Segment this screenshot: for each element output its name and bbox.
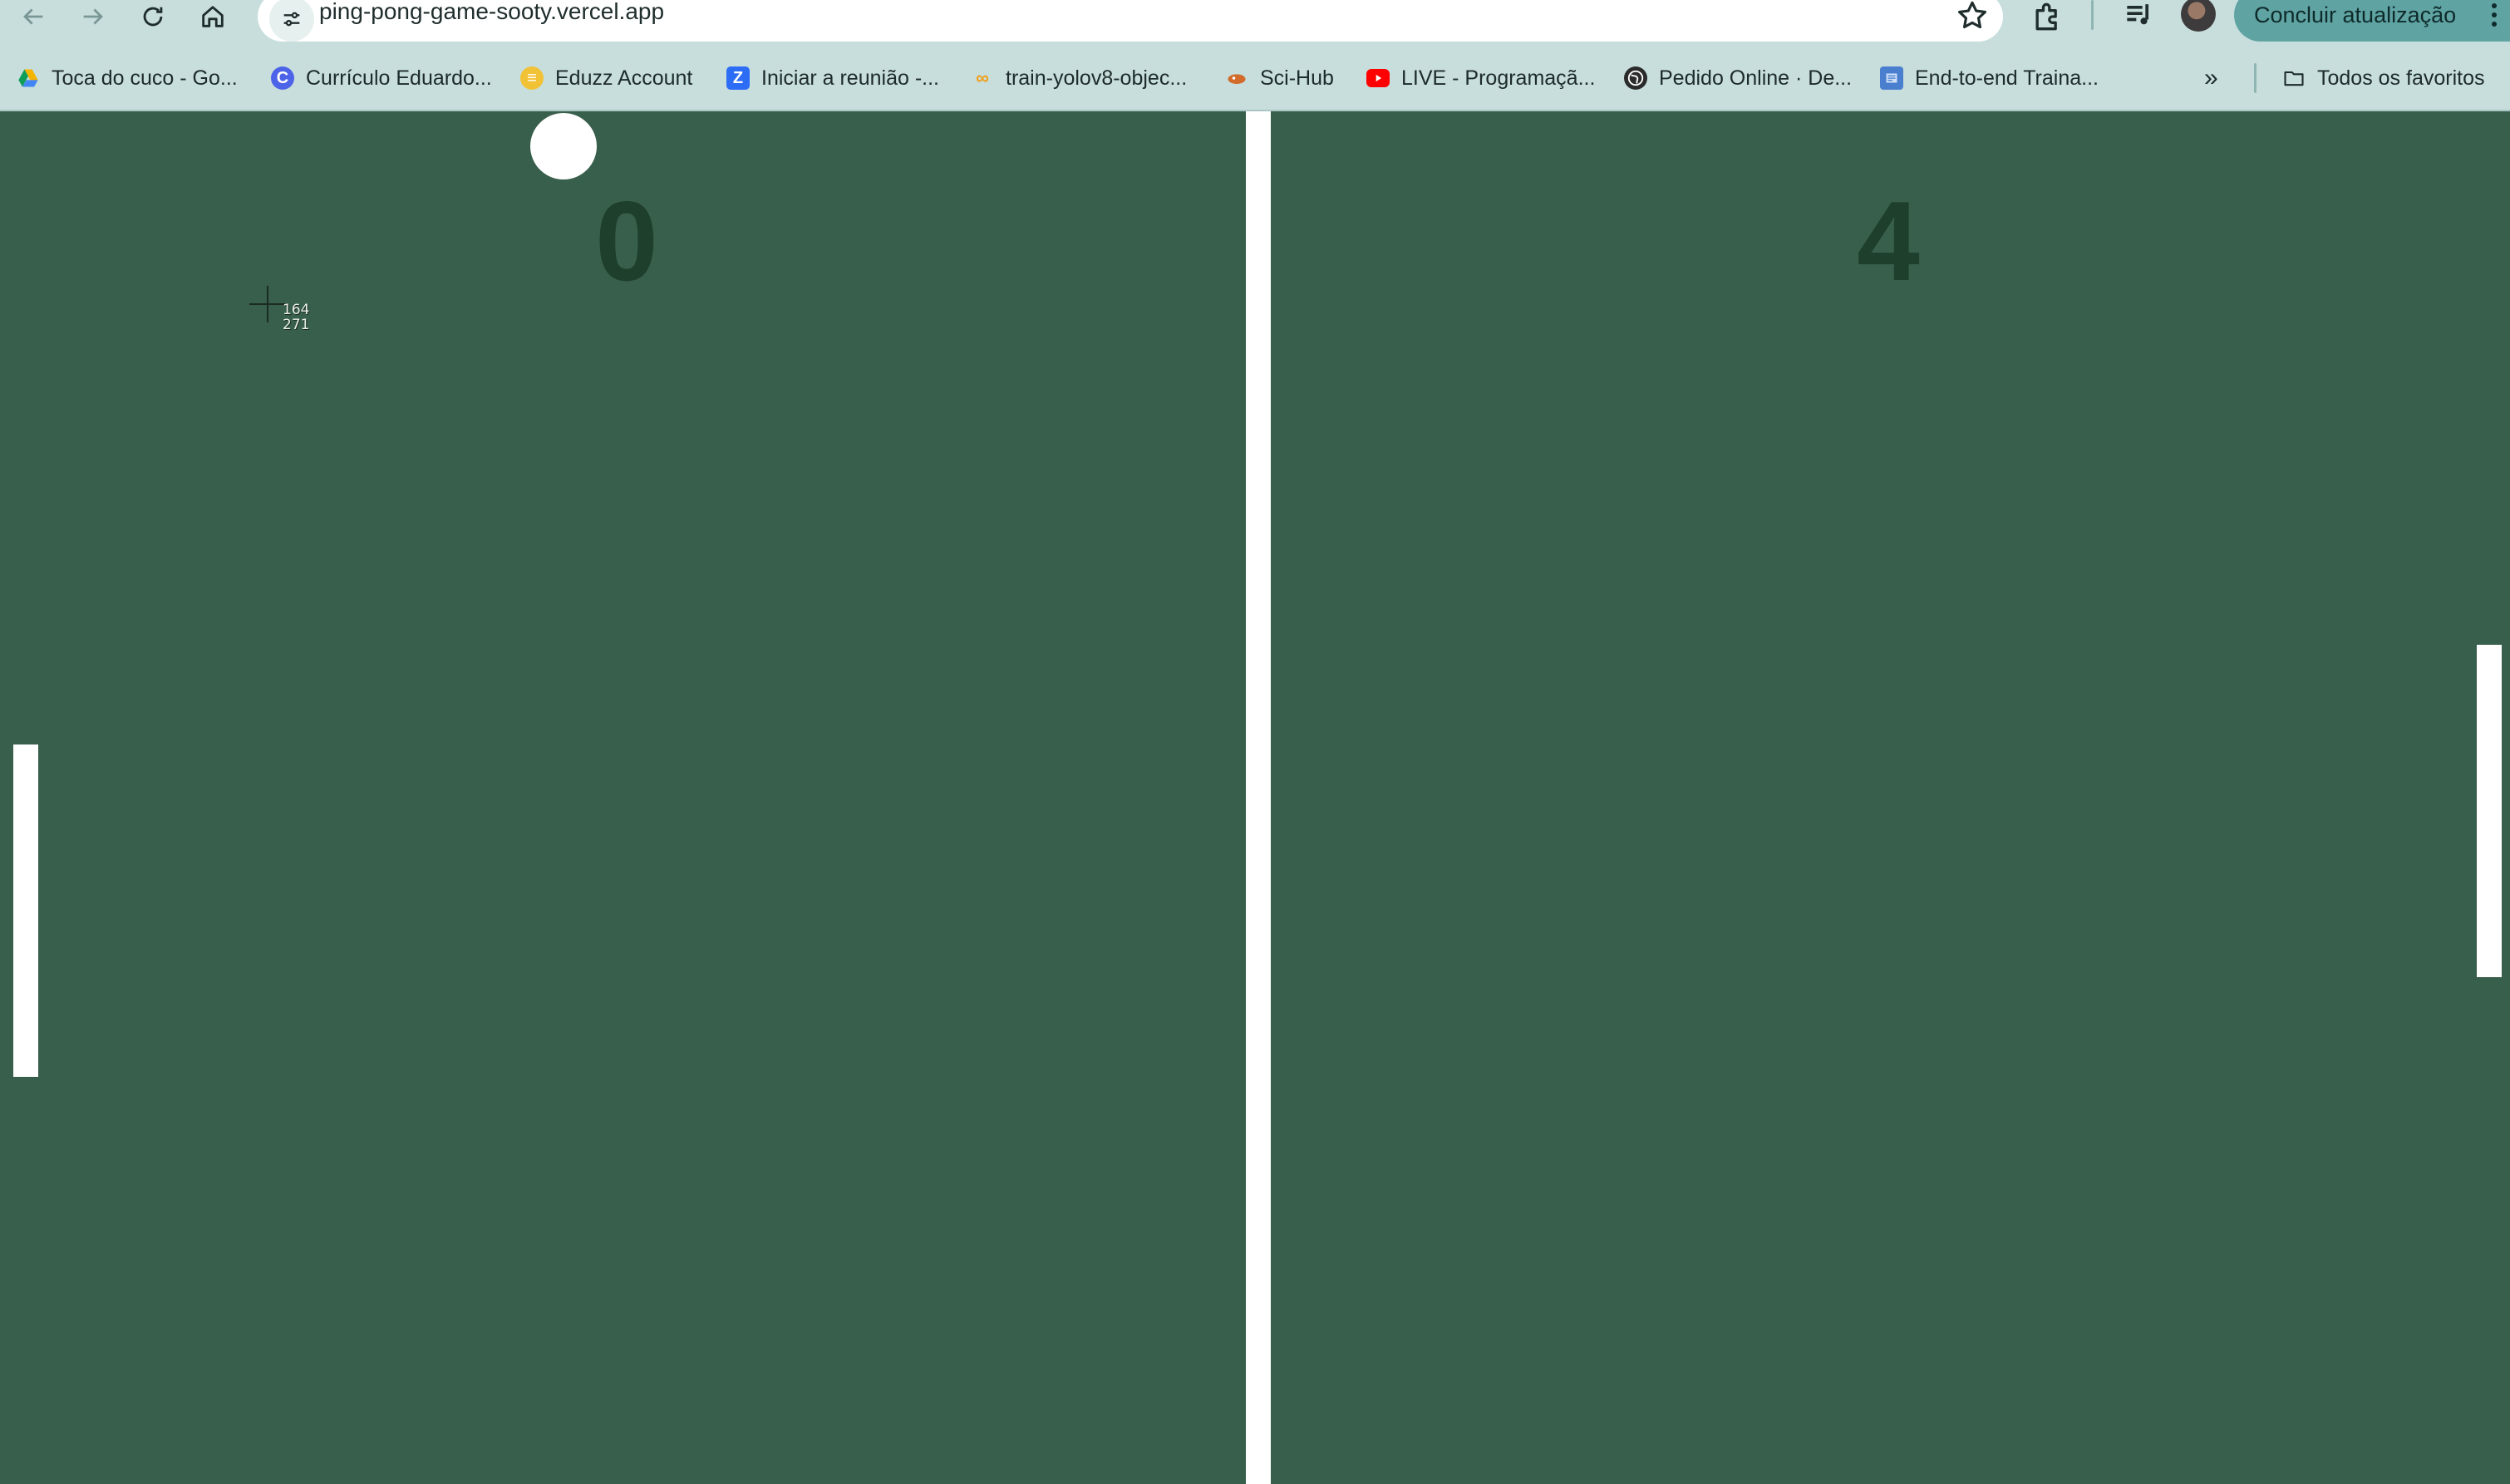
bookmark-item[interactable]: LIVE - Programaçã... bbox=[1366, 60, 1595, 96]
scihub-icon bbox=[1225, 66, 1248, 90]
tune-icon bbox=[283, 12, 300, 27]
browser-toolbar: ping-pong-game-sooty.vercel.app Concluir… bbox=[0, 0, 2510, 111]
home-icon bbox=[202, 6, 224, 27]
bookmark-item[interactable]: Pedido Online · De... bbox=[1624, 60, 1852, 96]
youtube-icon bbox=[1366, 69, 1390, 87]
zoom-icon: Z bbox=[726, 66, 750, 90]
bookmark-item[interactable]: ≡ Eduzz Account bbox=[520, 60, 692, 96]
bookmark-item[interactable]: ∞ train-yolov8-objec... bbox=[971, 60, 1187, 96]
home-button[interactable] bbox=[189, 0, 236, 33]
cursor-y-value: 271 bbox=[283, 317, 310, 333]
google-drive-icon bbox=[17, 66, 40, 90]
canva-icon: C bbox=[271, 66, 294, 90]
bookmark-label: Iniciar a reunião -... bbox=[761, 66, 939, 90]
bookmark-label: Toca do cuco - Go... bbox=[52, 66, 238, 90]
doc-icon bbox=[1880, 66, 1903, 90]
bookmark-label: train-yolov8-objec... bbox=[1006, 66, 1188, 90]
toolbar-separator bbox=[2091, 0, 2094, 30]
bookmark-item[interactable]: C Currículo Eduardo... bbox=[271, 60, 492, 96]
address-bar[interactable]: ping-pong-game-sooty.vercel.app bbox=[258, 0, 2003, 42]
folder-icon bbox=[2282, 66, 2306, 90]
left-player-score: 0 bbox=[595, 178, 658, 304]
extensions-icon[interactable] bbox=[2030, 0, 2066, 35]
bookmarks-separator bbox=[2254, 63, 2257, 93]
bookmark-label: Sci-Hub bbox=[1260, 66, 1334, 90]
arrow-right-icon bbox=[83, 8, 103, 25]
site-info-button[interactable] bbox=[269, 0, 314, 42]
bookmark-item[interactable]: Toca do cuco - Go... bbox=[17, 60, 238, 96]
bookmark-item[interactable]: Z Iniciar a reunião -... bbox=[726, 60, 939, 96]
colab-icon: ∞ bbox=[976, 67, 989, 88]
bookmark-label: Pedido Online · De... bbox=[1659, 66, 1853, 90]
cursor-coordinates: 164 271 bbox=[283, 302, 309, 332]
reload-button[interactable] bbox=[130, 0, 176, 33]
url-text[interactable]: ping-pong-game-sooty.vercel.app bbox=[319, 0, 664, 25]
arrow-left-icon bbox=[23, 8, 43, 25]
cursor-x-value: 164 bbox=[283, 302, 310, 318]
bookmark-item[interactable]: End-to-end Traina... bbox=[1880, 60, 2099, 96]
left-paddle[interactable] bbox=[13, 744, 38, 1077]
update-button-label: Concluir atualização bbox=[2254, 2, 2457, 27]
more-bookmarks-button[interactable]: » bbox=[2204, 60, 2218, 96]
all-bookmarks-label: Todos os favoritos bbox=[2317, 66, 2485, 90]
media-controls-icon[interactable] bbox=[2121, 0, 2158, 33]
bookmark-label: LIVE - Programaçã... bbox=[1401, 66, 1596, 90]
right-paddle bbox=[2477, 645, 2502, 977]
bookmark-star-icon[interactable] bbox=[1955, 0, 1990, 33]
bookmarks-bar: Toca do cuco - Go... C Currículo Eduardo… bbox=[0, 55, 2510, 105]
eduzz-icon: ≡ bbox=[520, 66, 544, 90]
update-button[interactable]: Concluir atualização bbox=[2234, 0, 2510, 42]
more-menu-icon[interactable] bbox=[2492, 3, 2498, 31]
all-bookmarks-folder[interactable]: Todos os favoritos bbox=[2282, 60, 2485, 96]
globe-icon bbox=[1624, 66, 1647, 90]
bookmark-label: Eduzz Account bbox=[555, 66, 693, 90]
profile-avatar[interactable] bbox=[2181, 0, 2216, 32]
center-net bbox=[1246, 111, 1271, 1484]
right-player-score: 4 bbox=[1857, 178, 1920, 304]
back-button[interactable] bbox=[10, 0, 57, 33]
reload-icon bbox=[143, 7, 163, 27]
game-board[interactable]: 0 4 164 271 bbox=[0, 111, 2510, 1484]
ball bbox=[530, 113, 597, 179]
bookmark-label: End-to-end Traina... bbox=[1915, 66, 2099, 90]
bookmark-label: Currículo Eduardo... bbox=[306, 66, 492, 90]
chevron-double-right-icon: » bbox=[2204, 64, 2218, 91]
bookmark-item[interactable]: Sci-Hub bbox=[1225, 60, 1334, 96]
forward-button[interactable] bbox=[70, 0, 116, 33]
